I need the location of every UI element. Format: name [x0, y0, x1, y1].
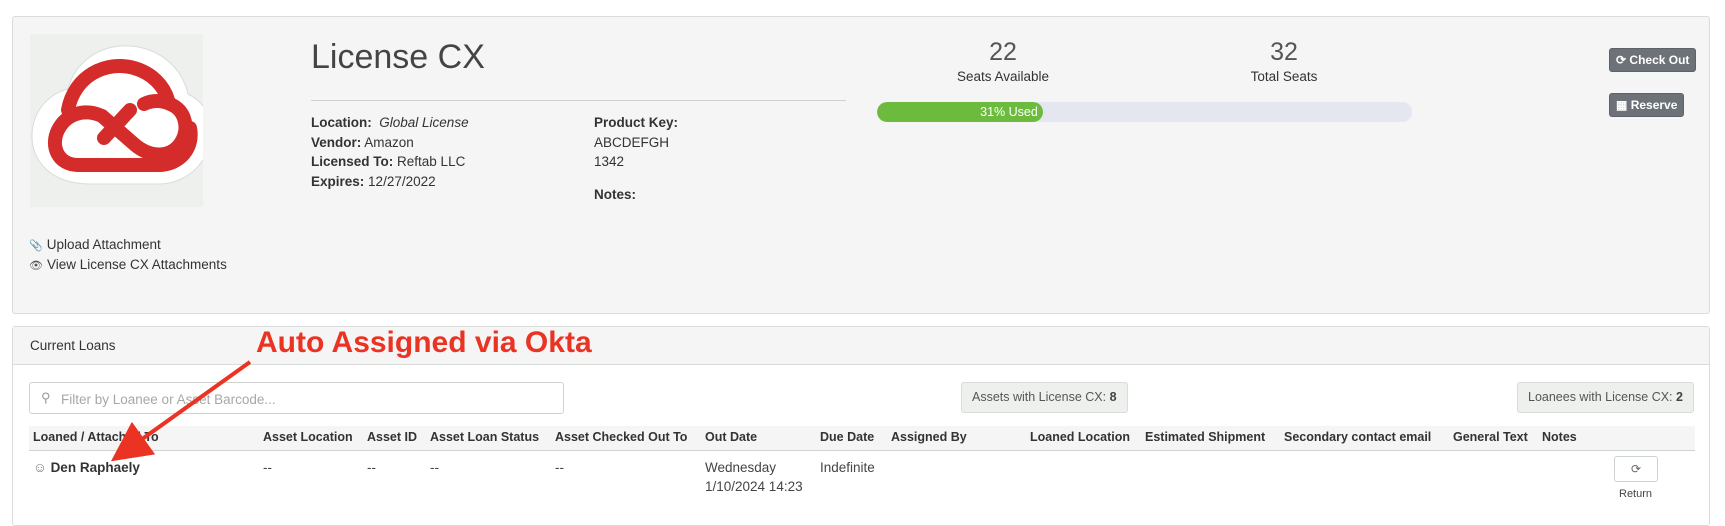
licensed-to-value: Reftab LLC [397, 154, 466, 169]
column-header[interactable]: General Text [1453, 430, 1528, 444]
check-out-button[interactable]: ⟳ Check Out [1609, 48, 1697, 72]
column-header[interactable]: Secondary contact email [1284, 430, 1431, 444]
title-divider [311, 100, 846, 101]
assets-count-label: Assets with License CX: [972, 390, 1107, 404]
licensed-to-label: Licensed To: [311, 154, 394, 169]
column-header[interactable]: Notes [1542, 430, 1577, 444]
search-icon: ⚲ [41, 390, 51, 405]
check-out-label: Check Out [1629, 53, 1690, 67]
loanee-link[interactable]: ☺ Den Raphaely [33, 458, 140, 477]
refresh-icon: ⟳ [1616, 53, 1627, 67]
column-header[interactable]: Loaned / Attached To [33, 430, 159, 444]
expires-value: 12/27/2022 [368, 173, 436, 189]
attachment-links: 📎 Upload Attachment 👁 View License CX Atta… [29, 235, 227, 275]
view-attachments-label: View License CX Attachments [46, 257, 227, 272]
paperclip-icon: 📎 [29, 240, 43, 252]
notes-label: Notes: [594, 186, 637, 202]
column-header[interactable]: Asset Loan Status [430, 430, 539, 444]
asset-loan-status-cell: -- [430, 460, 439, 475]
eye-icon: 👁 [29, 260, 43, 272]
loan-filter-input[interactable] [59, 388, 558, 410]
vendor-row: Vendor: Amazon [311, 133, 469, 153]
license-info-right: Product Key: ABCDEFGH 1342 Notes: [594, 113, 678, 204]
location-row: Location: Global License [311, 113, 469, 133]
column-header[interactable]: Out Date [705, 430, 757, 444]
vendor-label: Vendor: [311, 134, 362, 150]
current-loans-title: Current Loans [30, 338, 116, 353]
column-header[interactable]: Loaned Location [1030, 430, 1130, 444]
expires-label: Expires: [311, 173, 365, 189]
product-key-line1: ABCDEFGH [594, 134, 670, 150]
product-key-line2: 1342 [594, 154, 625, 169]
due-date-cell: Indefinite [820, 460, 875, 475]
upload-attachment-label: Upload Attachment [46, 237, 161, 252]
loanee-name: Den Raphaely [50, 460, 140, 475]
license-logo [30, 34, 203, 207]
asset-location-cell: -- [263, 460, 272, 475]
user-icon: ☺ [33, 460, 47, 475]
reserve-label: Reserve [1630, 98, 1678, 112]
vendor-value: Amazon [364, 134, 414, 150]
assets-count-value: 8 [1109, 390, 1117, 404]
annotation-text: Auto Assigned via Okta [256, 326, 592, 359]
reserve-button[interactable]: ▦ Reserve [1609, 93, 1685, 117]
column-header[interactable]: Asset ID [367, 430, 417, 444]
column-header[interactable]: Asset Location [263, 430, 353, 444]
expires-row: Expires: 12/27/2022 [311, 172, 469, 192]
out-date-day: Wednesday [705, 460, 777, 475]
calendar-icon: ▦ [1616, 98, 1628, 112]
seats-available-value: 22 [989, 38, 1017, 66]
return-label: Return [1619, 488, 1653, 500]
page-title: License CX [311, 38, 485, 76]
refresh-icon: ⟳ [1630, 462, 1642, 476]
creative-cloud-logo-icon [31, 45, 203, 185]
license-details-panel [12, 16, 1710, 314]
seats-used-progress-fill: 31% Used [877, 102, 1043, 122]
location-label: Location: [311, 115, 372, 130]
column-header[interactable]: Asset Checked Out To [555, 430, 687, 444]
upload-attachment-link[interactable]: 📎 Upload Attachment [29, 235, 227, 255]
total-seats-label: Total Seats [1250, 69, 1318, 84]
seats-available-label: Seats Available [956, 69, 1050, 84]
seats-used-progress: 31% Used [877, 102, 1412, 122]
return-button[interactable]: ⟳ [1614, 456, 1658, 482]
assets-count-badge: Assets with License CX: 8 [961, 382, 1128, 413]
loan-filter: ⚲ [29, 382, 564, 414]
product-key-label: Product Key: [594, 115, 679, 130]
table-header-divider [29, 450, 1695, 451]
location-value: Global License [379, 115, 469, 130]
seats-available-stat: 22 Seats Available [923, 38, 1083, 84]
license-info-left: Location: Global License Vendor: Amazon … [311, 113, 469, 191]
total-seats-stat: 32 Total Seats [1204, 38, 1364, 84]
asset-checked-out-to-cell: -- [555, 460, 564, 475]
view-attachments-link[interactable]: 👁 View License CX Attachments [29, 255, 227, 275]
loanees-count-badge: Loanees with License CX: 2 [1517, 382, 1694, 413]
licensed-to-row: Licensed To: Reftab LLC [311, 152, 469, 172]
total-seats-value: 32 [1270, 38, 1298, 66]
column-header[interactable]: Due Date [820, 430, 874, 444]
loanees-count-value: 2 [1676, 390, 1683, 404]
out-date-time: 1/10/2024 14:23 [705, 479, 803, 494]
out-date-cell: Wednesday 1/10/2024 14:23 [705, 458, 803, 496]
asset-id-cell: -- [367, 460, 376, 475]
column-header[interactable]: Estimated Shipment [1145, 430, 1265, 444]
loanees-count-label: Loanees with License CX: [1528, 390, 1673, 404]
column-header[interactable]: Assigned By [891, 430, 967, 444]
